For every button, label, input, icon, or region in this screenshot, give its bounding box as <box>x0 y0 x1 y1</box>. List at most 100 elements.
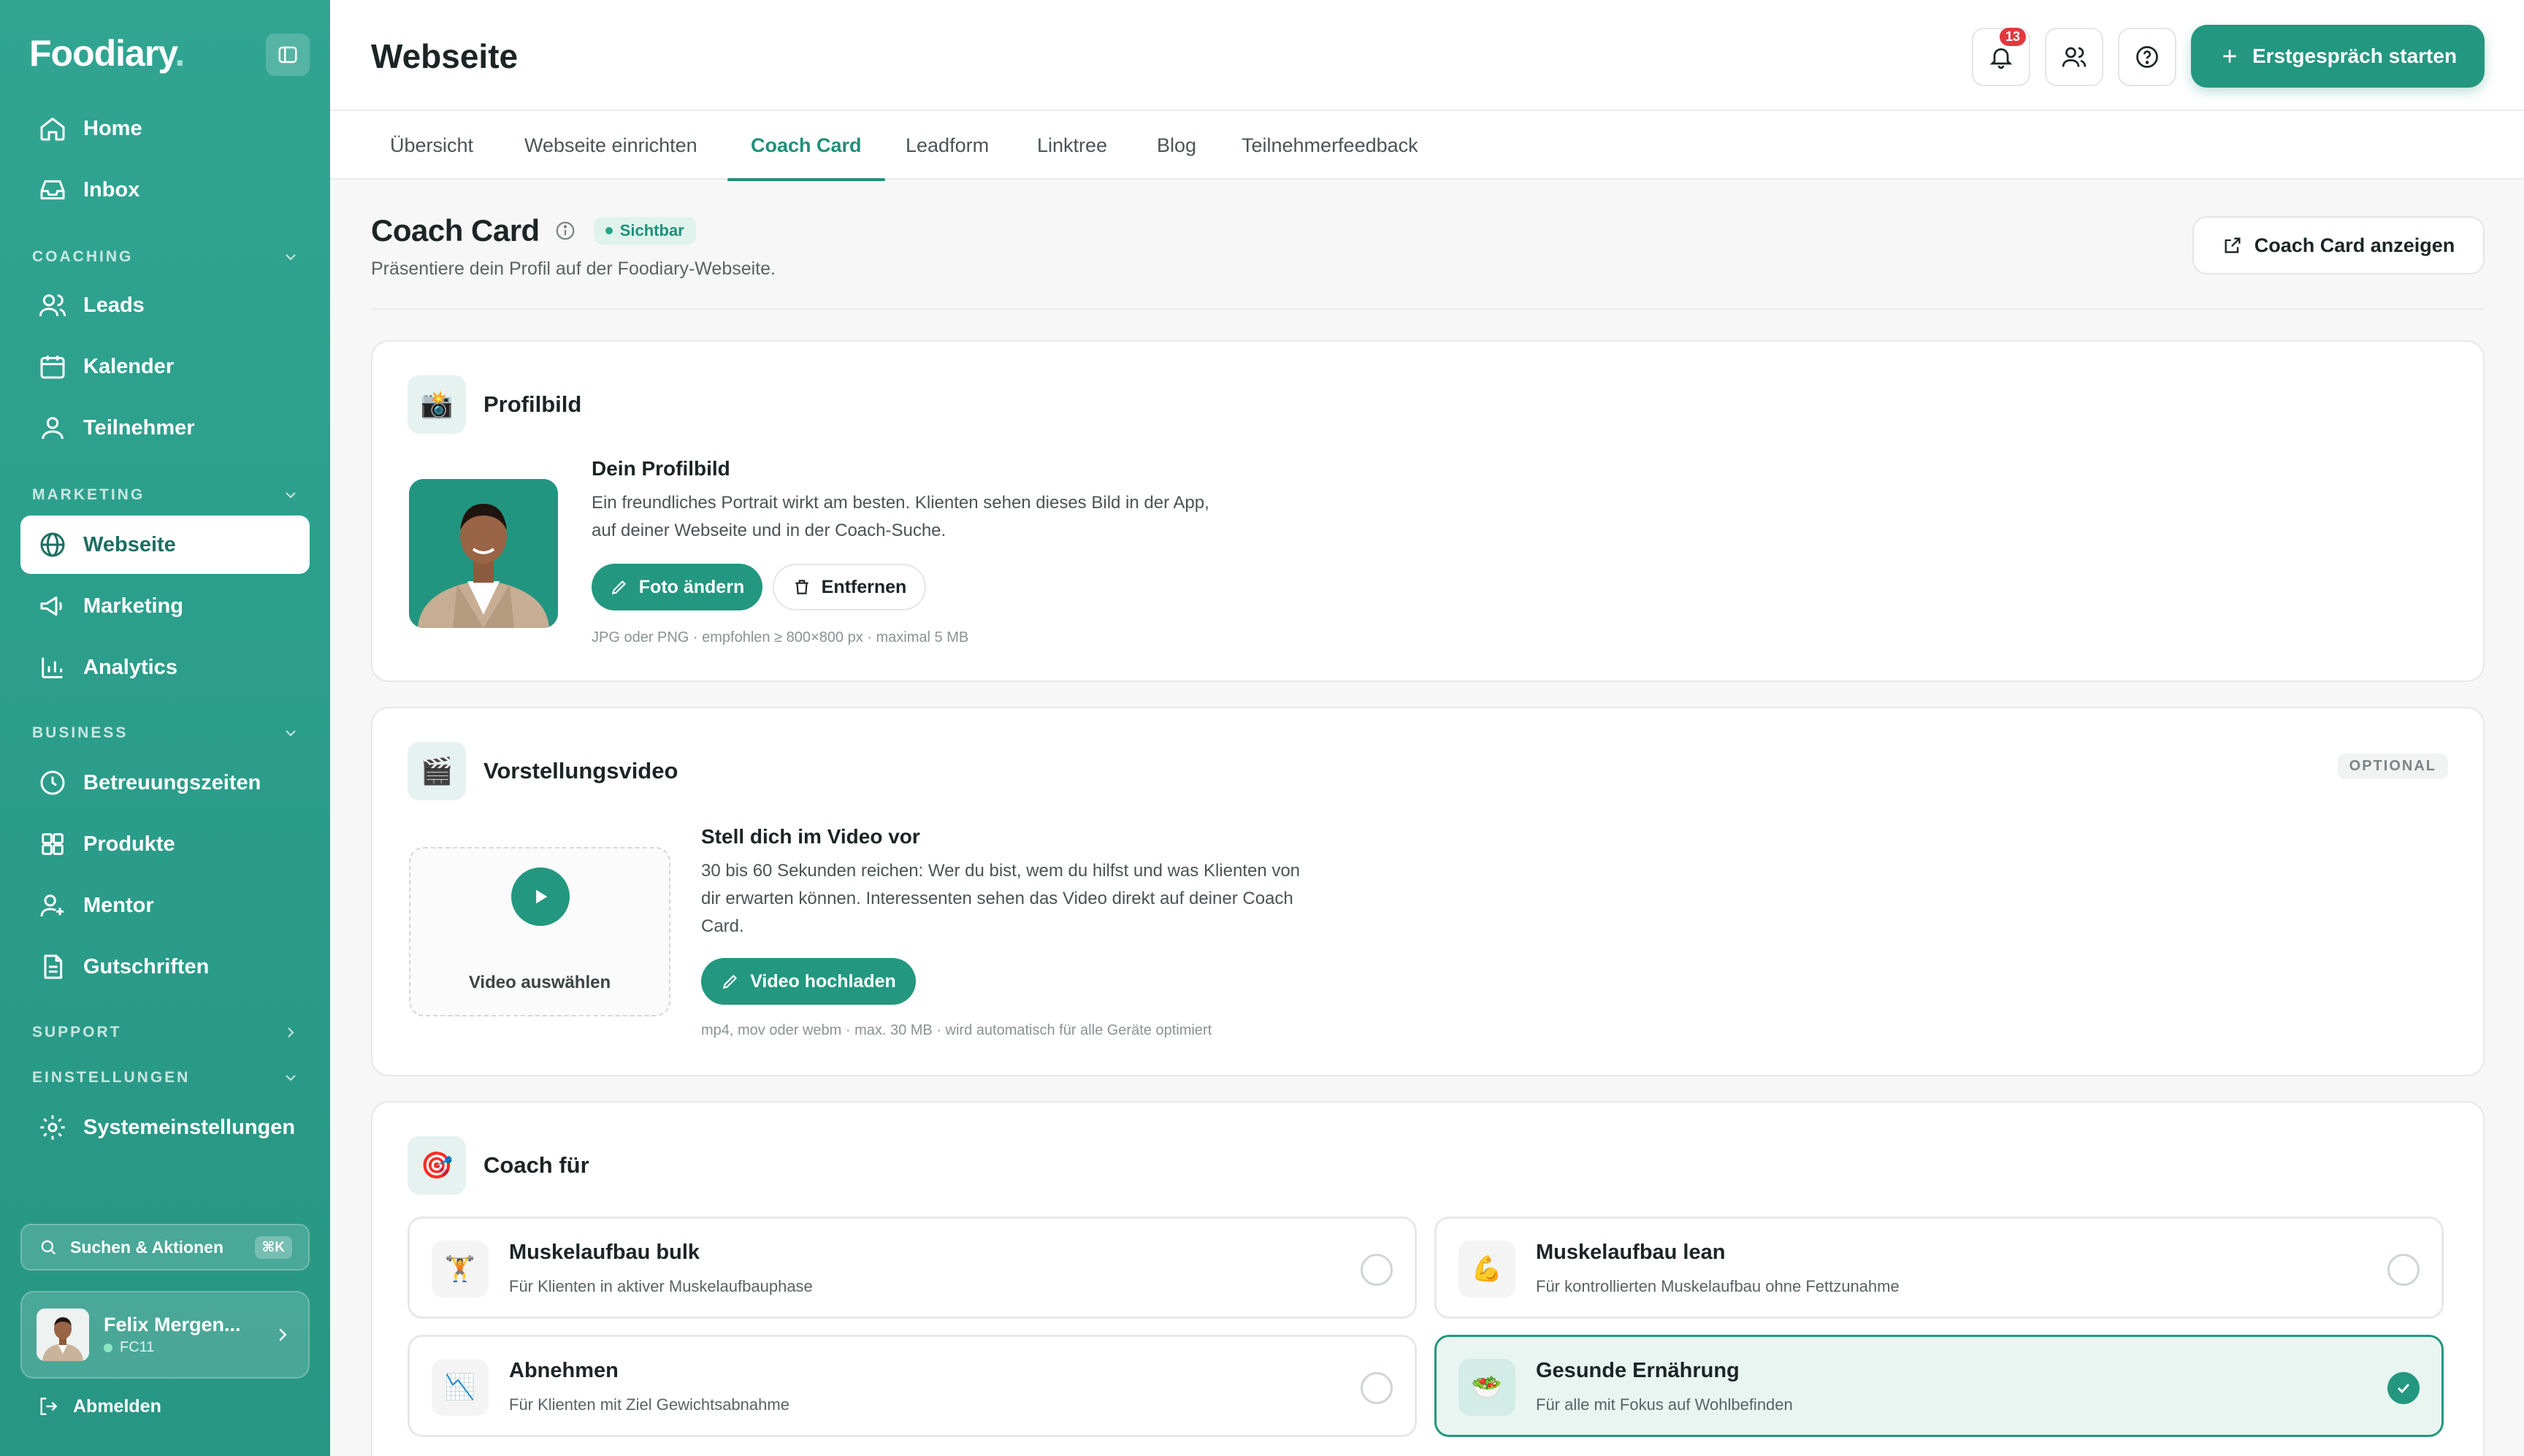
sidebar-item-label: Leads <box>83 293 145 317</box>
help-button[interactable] <box>2118 28 2176 86</box>
user-plus-icon <box>40 894 64 917</box>
chevron-right-icon <box>288 1027 294 1038</box>
search-label: Suchen & Aktionen <box>70 1237 223 1257</box>
chevron-down-icon <box>286 1075 296 1081</box>
option-radio[interactable] <box>2387 1254 2420 1286</box>
search-actions-button[interactable]: Suchen & Aktionen ⌘K <box>20 1224 310 1271</box>
option-radio[interactable] <box>1361 1254 1393 1286</box>
logout-icon <box>40 1398 58 1415</box>
profile-picture-card: 📸 Profilbild Dein Profilbild Ein freundl… <box>371 340 2485 682</box>
option-radio-checked[interactable] <box>2387 1372 2420 1404</box>
tab-uebersicht[interactable]: Übersicht <box>389 111 475 180</box>
tab-webseite-einrichten[interactable]: Webseite einrichten <box>523 111 699 180</box>
option-muskelaufbau-bulk[interactable]: 🏋️ Muskelaufbau bulk Für Klienten in akt… <box>408 1216 1417 1319</box>
help-icon <box>2136 46 2158 68</box>
sidebar-item-systemeinstellungen[interactable]: Systemeinstellungen <box>20 1098 310 1157</box>
video-select-dropzone[interactable]: Video auswählen <box>409 847 670 1016</box>
sidebar-item-label: Inbox <box>83 177 140 202</box>
option-abnehmen[interactable]: 📉 Abnehmen Für Klienten mit Ziel Gewicht… <box>408 1335 1417 1437</box>
calendar-icon <box>40 356 65 379</box>
clock-icon <box>40 770 65 795</box>
option-description: Für Klienten mit Ziel Gewichtsabnahme <box>509 1395 789 1414</box>
plus-icon <box>2223 50 2236 63</box>
sidebar-collapse-button[interactable] <box>266 34 310 76</box>
user-name: Felix Mergen... <box>104 1314 241 1336</box>
sidebar-item-label: Kalender <box>83 354 175 378</box>
chevron-down-icon <box>286 730 296 737</box>
tab-linktree[interactable]: Linktree <box>1036 111 1109 180</box>
field-description: 30 bis 60 Sekunden reichen: Wer du bist,… <box>701 861 1301 936</box>
sidebar-item-leads[interactable]: Leads <box>20 276 310 334</box>
sidebar-item-home[interactable]: Home <box>20 99 310 158</box>
notifications-button[interactable]: 13 <box>1972 28 2030 86</box>
card-title: Vorstellungsvideo <box>483 758 678 783</box>
sidebar-item-webseite[interactable]: Webseite <box>20 516 310 574</box>
bell-icon <box>1989 48 2013 69</box>
sidebar-item-inbox[interactable]: Inbox <box>20 161 310 219</box>
upload-video-button[interactable]: Video hochladen <box>701 958 916 1005</box>
view-coach-card-button[interactable]: Coach Card anzeigen <box>2192 216 2485 275</box>
section-business[interactable]: BUSINESS <box>32 724 299 742</box>
upload-hint: JPG oder PNG · empfohlen ≥ 800×800 px · … <box>592 629 969 645</box>
remove-photo-button[interactable]: Entfernen <box>773 564 926 610</box>
section-einstellungen[interactable]: EINSTELLUNGEN <box>32 1069 299 1087</box>
shortcut-badge: ⌘K <box>254 1235 292 1259</box>
grid-icon <box>42 833 64 855</box>
sidebar-item-betreuungszeiten[interactable]: Betreuungszeiten <box>20 754 310 812</box>
play-icon <box>511 867 570 926</box>
section-support[interactable]: SUPPORT <box>32 1024 299 1041</box>
section-subtitle: Präsentiere dein Profil auf der Foodiary… <box>371 258 776 279</box>
sidebar-item-label: Betreuungszeiten <box>83 770 261 794</box>
tab-blog[interactable]: Blog <box>1155 111 1198 180</box>
section-coaching[interactable]: COACHING <box>32 248 299 266</box>
trash-icon <box>795 580 808 594</box>
user-icon <box>42 417 64 440</box>
tab-leadform[interactable]: Leadform <box>904 111 990 180</box>
option-radio[interactable] <box>1361 1372 1393 1404</box>
sidebar-item-marketing[interactable]: Marketing <box>20 577 310 635</box>
team-button[interactable] <box>2045 28 2103 86</box>
sidebar-item-produkte[interactable]: Produkte <box>20 815 310 873</box>
sidebar-item-label: Analytics <box>83 655 177 679</box>
page-title: Webseite <box>371 37 519 75</box>
option-description: Für kontrollierten Muskelaufbau ohne Fet… <box>1536 1277 1900 1295</box>
section-title: Coach Card <box>371 213 540 248</box>
main-content: Webseite 13 Erstgespräch starten Übersic… <box>330 0 2524 1456</box>
notification-count-badge: 13 <box>1999 28 2026 46</box>
document-icon <box>44 954 63 979</box>
sidebar-item-label: Produkte <box>83 832 175 856</box>
sidebar-item-mentor[interactable]: Mentor <box>20 876 310 935</box>
optional-badge: OPTIONAL <box>2337 754 2448 779</box>
logout-button[interactable]: Abmelden <box>37 1395 161 1418</box>
option-description: Für alle mit Fokus auf Wohlbefinden <box>1536 1395 1793 1414</box>
tab-coach-card[interactable]: Coach Card <box>727 111 885 181</box>
foodiary-logo[interactable]: Foodiary. <box>29 32 185 74</box>
option-gesunde-ernaehrung[interactable]: 🥗 Gesunde Ernährung Für alle mit Fokus a… <box>1434 1335 2444 1437</box>
change-photo-button[interactable]: Foto ändern <box>592 564 762 610</box>
tab-teilnehmerfeedback[interactable]: Teilnehmerfeedback <box>1240 111 1420 180</box>
flexed-biceps-icon: 💪 <box>1458 1241 1515 1298</box>
info-icon[interactable] <box>554 220 576 242</box>
sidebar-item-analytics[interactable]: Analytics <box>20 638 310 697</box>
divider <box>371 308 2485 310</box>
user-profile-card[interactable]: Felix Mergen... FC11 <box>20 1291 310 1379</box>
card-title: Profilbild <box>483 391 582 417</box>
video-select-label: Video auswählen <box>468 973 611 992</box>
sidebar-item-label: Mentor <box>83 893 154 917</box>
section-marketing[interactable]: MARKETING <box>32 486 299 504</box>
sidebar-toggle-icon <box>278 46 297 64</box>
option-muskelaufbau-lean[interactable]: 💪 Muskelaufbau lean Für kontrollierten M… <box>1434 1216 2444 1319</box>
pencil-icon <box>611 580 626 595</box>
sidebar-item-label: Gutschriften <box>83 954 210 978</box>
chevron-right-icon <box>279 1328 287 1341</box>
external-link-icon <box>2225 237 2241 253</box>
sidebar-item-kalender[interactable]: Kalender <box>20 337 310 396</box>
home-icon <box>40 118 65 141</box>
sidebar-item-gutschriften[interactable]: Gutschriften <box>20 938 310 996</box>
start-consultation-button[interactable]: Erstgespräch starten <box>2191 25 2485 88</box>
sidebar-item-teilnehmer[interactable]: Teilnehmer <box>20 399 310 457</box>
inbox-icon <box>40 180 65 200</box>
option-title: Muskelaufbau lean <box>1536 1241 1726 1264</box>
sidebar-item-label: Home <box>83 116 142 140</box>
target-icon: 🎯 <box>408 1136 466 1195</box>
